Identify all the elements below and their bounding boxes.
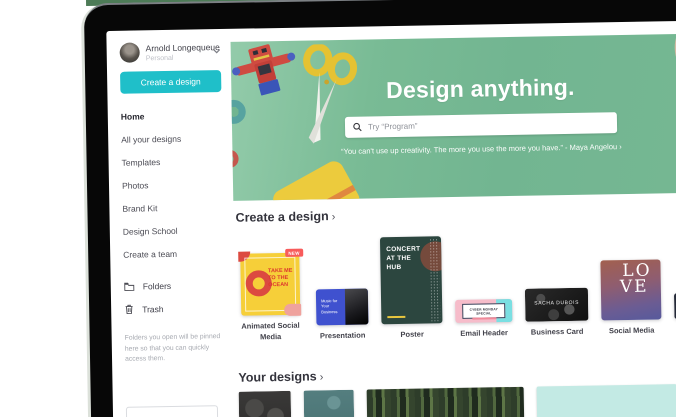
hero-banner: Design anything. “You can't use up creat…	[230, 33, 676, 201]
card-art-underline	[471, 317, 496, 320]
card-poster[interactable]: CONCERT AT THE HUB Poster	[379, 236, 443, 341]
hero-title: Design anything.	[385, 73, 575, 104]
animated-social-media-thumbnail: TAKE ME TO THE OCEAN NEW	[237, 248, 303, 317]
search-bar[interactable]	[344, 112, 618, 138]
hero-quote-link[interactable]: “You can't use up creativity. The more y…	[341, 142, 622, 156]
folders-label: Folders	[142, 280, 172, 292]
account-menu[interactable]: Arnold Longequeue Personal	[119, 41, 221, 63]
card-art-text: Music for Your Business	[321, 298, 338, 315]
card-art-text: SACHA DUBOIS	[534, 299, 580, 307]
presentation-thumbnail: Music for Your Business	[315, 288, 369, 326]
new-badge: NEW	[285, 248, 303, 258]
card-art-bar	[387, 315, 406, 319]
sidebar-promo-card[interactable]	[125, 405, 219, 417]
folders-help-text: Folders you open will be pinned here so …	[124, 333, 221, 363]
user-name: Arnold Longequeue	[145, 41, 220, 53]
main-content: Design anything. “You can't use up creat…	[230, 20, 676, 417]
chevron-right-icon: ›	[331, 211, 336, 224]
sidebar-item-photos[interactable]: Photos	[122, 172, 223, 197]
card-art-line2: VE	[619, 276, 649, 297]
card-label: Animated Social Media	[241, 320, 300, 342]
card-presentation[interactable]: Music for Your Business Presentation	[315, 288, 369, 343]
sidebar-item-create-a-team[interactable]: Create a team	[123, 241, 224, 266]
design-thumbnail-dark-photo[interactable]	[238, 390, 292, 417]
sidebar-item-templates[interactable]: Templates	[121, 149, 222, 174]
search-input[interactable]	[367, 118, 610, 132]
create-a-design-heading-text: Create a design	[235, 209, 329, 225]
card-social-media[interactable]: LO VE Social Media	[600, 259, 662, 337]
trash-label: Trash	[142, 303, 164, 314]
sidebar-item-home[interactable]: Home	[121, 103, 222, 128]
sidebar-item-trash[interactable]: Trash	[124, 296, 225, 321]
trash-icon	[124, 304, 134, 315]
card-label: Poster	[400, 329, 424, 339]
app-screen: Arnold Longequeue Personal Create a desi…	[106, 20, 676, 417]
your-designs-thumbnails	[238, 383, 676, 417]
chevron-right-icon: ›	[319, 371, 324, 384]
card-art-photo	[344, 288, 369, 325]
hero-content: Design anything. “You can't use up creat…	[231, 33, 676, 201]
sidebar-item-folders[interactable]: Folders	[124, 274, 225, 298]
social-media-thumbnail: LO VE	[600, 259, 662, 321]
card-label: Email Header	[460, 328, 508, 338]
card-art-subtext	[387, 314, 423, 315]
card-animated-social-media[interactable]: TAKE ME TO THE OCEAN NEW Animated Social…	[236, 248, 304, 344]
create-design-button[interactable]: Create a design	[120, 70, 222, 94]
email-header-thumbnail: CYBER MONDAY SPECIAL	[455, 298, 513, 323]
chevron-down-icon	[213, 48, 221, 54]
card-label: Social Media	[608, 325, 655, 336]
card-art-text: CONCERT AT THE HUB	[386, 245, 421, 271]
sidebar: Arnold Longequeue Personal Create a desi…	[106, 29, 238, 417]
create-a-design-heading[interactable]: Create a design ›	[235, 202, 676, 225]
device-frame: Arnold Longequeue Personal Create a desi…	[83, 0, 676, 417]
your-designs-heading-text: Your designs	[238, 369, 317, 385]
sidebar-item-design-school[interactable]: Design School	[123, 218, 224, 243]
sidebar-item-brand-kit[interactable]: Brand Kit	[122, 195, 223, 220]
design-thumbnail-mint[interactable]	[536, 384, 676, 417]
account-type-label: Personal	[145, 54, 174, 62]
sidebar-nav: Home All your designs Templates Photos B…	[121, 103, 225, 266]
design-type-cards: TAKE ME TO THE OCEAN NEW Animated Social…	[236, 231, 676, 344]
avatar	[119, 42, 140, 63]
card-art-text: TAKE ME TO THE OCEAN	[267, 267, 293, 289]
sidebar-utilities: Folders Trash	[124, 274, 226, 321]
user-meta: Arnold Longequeue Personal	[145, 41, 220, 62]
sidebar-item-all-your-designs[interactable]: All your designs	[121, 126, 222, 151]
your-designs-heading[interactable]: Your designs ›	[238, 362, 676, 385]
card-business-card[interactable]: SACHA DUBOIS Business Card	[524, 287, 589, 339]
card-label: Presentation	[319, 330, 366, 341]
business-card-thumbnail: SACHA DUBOIS	[524, 287, 589, 322]
card-art-dots	[428, 238, 441, 322]
design-thumbnail-teal-pattern[interactable]	[303, 389, 355, 417]
search-icon	[353, 118, 362, 136]
folder-icon	[124, 282, 135, 292]
design-thumbnail-forest-photo[interactable]	[366, 386, 525, 417]
card-art-text: CYBER MONDAY SPECIAL	[469, 307, 498, 316]
card-email-header[interactable]: CYBER MONDAY SPECIAL Email Header	[455, 298, 513, 340]
card-art-text: LO VE	[620, 261, 652, 297]
card-art-blob	[283, 303, 301, 317]
card-art-box: CYBER MONDAY SPECIAL	[462, 303, 506, 320]
card-label: Business Card	[530, 326, 584, 337]
poster-thumbnail: CONCERT AT THE HUB	[379, 236, 443, 325]
